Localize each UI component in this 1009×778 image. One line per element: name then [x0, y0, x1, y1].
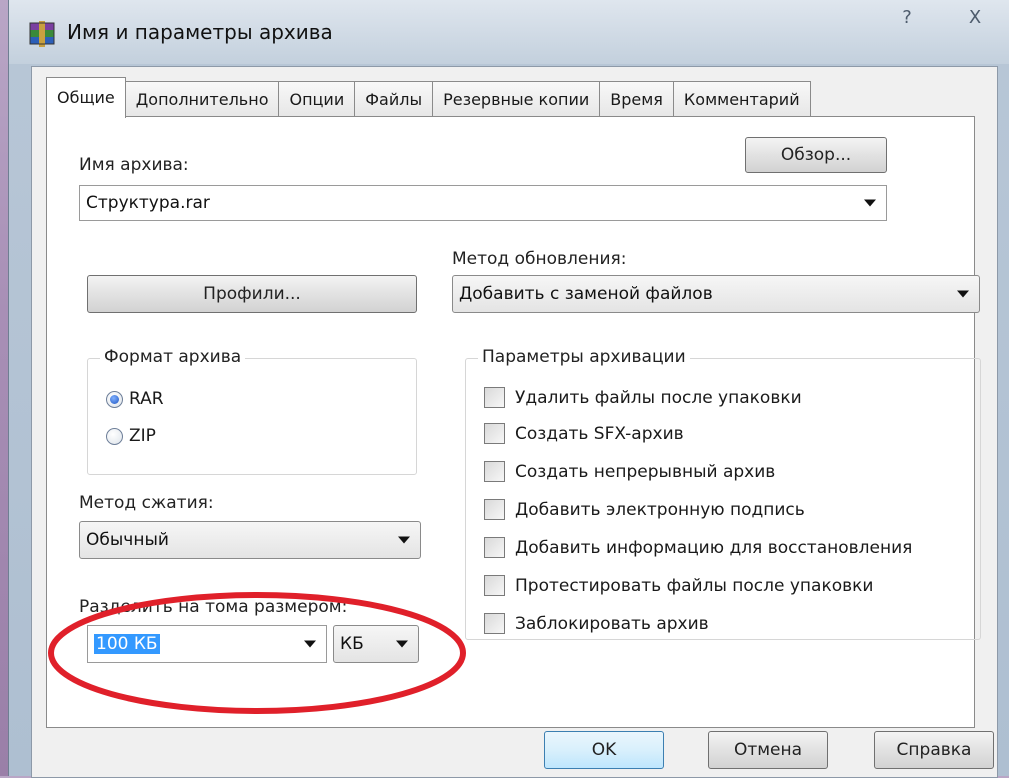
- dialog-window: Имя и параметры архива ? X Общие Дополни…: [8, 0, 1009, 778]
- checkbox-icon: [484, 499, 505, 520]
- archive-name-label: Имя архива:: [79, 155, 189, 175]
- split-unit-combo[interactable]: КБ: [333, 625, 419, 663]
- archiving-params-group: Параметры архивации Удалить файлы после …: [465, 347, 981, 640]
- format-rar-option[interactable]: RAR: [106, 389, 164, 409]
- checkbox-icon: [484, 387, 505, 408]
- archive-format-legend: Формат архива: [100, 347, 246, 367]
- tab-advanced[interactable]: Дополнительно: [124, 81, 280, 118]
- option-solid-archive[interactable]: Создать непрерывный архив: [484, 461, 775, 482]
- tab-comment[interactable]: Комментарий: [672, 81, 811, 118]
- browse-button[interactable]: Обзор...: [745, 137, 887, 173]
- option-lock-archive[interactable]: Заблокировать архив: [484, 613, 709, 634]
- format-zip-option[interactable]: ZIP: [106, 426, 156, 446]
- archiving-params-legend: Параметры архивации: [478, 347, 690, 367]
- option-label: Создать SFX-архив: [515, 423, 684, 444]
- tab-options[interactable]: Опции: [278, 81, 356, 118]
- option-label: Создать непрерывный архив: [515, 461, 776, 482]
- chevron-down-icon: [398, 536, 410, 544]
- option-test-files[interactable]: Протестировать файлы после упаковки: [484, 575, 873, 596]
- format-rar-label: RAR: [129, 389, 164, 409]
- checkbox-icon: [484, 575, 505, 596]
- tab-backup[interactable]: Резервные копии: [432, 81, 601, 118]
- option-recovery-record[interactable]: Добавить информацию для восстановления: [484, 537, 912, 558]
- archive-name-value: Структура.rar: [86, 193, 210, 213]
- option-label: Протестировать файлы после упаковки: [515, 575, 874, 596]
- winrar-icon: [29, 21, 55, 47]
- option-label: Заблокировать архив: [515, 613, 709, 634]
- compression-method-value: Обычный: [86, 530, 169, 550]
- chevron-down-icon: [864, 199, 876, 207]
- chevron-down-icon: [957, 290, 969, 298]
- cancel-button[interactable]: Отмена: [708, 731, 828, 769]
- tab-files[interactable]: Файлы: [354, 81, 434, 118]
- option-create-sfx[interactable]: Создать SFX-архив: [484, 423, 684, 444]
- tab-strip: Общие Дополнительно Опции Файлы Резервны…: [46, 77, 811, 118]
- window-title: Имя и параметры архива: [67, 20, 333, 44]
- tab-time[interactable]: Время: [599, 81, 674, 118]
- checkbox-icon: [484, 613, 505, 634]
- help-title-button[interactable]: ?: [889, 6, 925, 30]
- option-digital-signature[interactable]: Добавить электронную подпись: [484, 499, 805, 520]
- archive-format-group: Формат архива RAR ZIP: [87, 347, 417, 475]
- split-volumes-label: Разделить на тома размером:: [79, 597, 348, 617]
- option-delete-after[interactable]: Удалить файлы после упаковки: [484, 387, 802, 408]
- option-label: Добавить электронную подпись: [515, 499, 805, 520]
- help-button[interactable]: Справка: [874, 731, 994, 769]
- title-bar[interactable]: Имя и параметры архива ? X: [9, 0, 1009, 64]
- checkbox-icon: [484, 461, 505, 482]
- chevron-down-icon: [396, 640, 408, 648]
- split-unit-value: КБ: [340, 634, 364, 654]
- radio-unchecked-icon: [106, 427, 123, 445]
- dialog-client: Общие Дополнительно Опции Файлы Резервны…: [31, 66, 998, 778]
- split-size-combo[interactable]: 100 КБ: [87, 625, 327, 663]
- checkbox-icon: [484, 537, 505, 558]
- update-method-combo[interactable]: Добавить с заменой файлов: [452, 275, 980, 313]
- general-panel: Имя архива: Обзор... Структура.rar Метод…: [46, 116, 981, 728]
- close-button[interactable]: X: [957, 6, 993, 30]
- update-method-value: Добавить с заменой файлов: [459, 284, 713, 304]
- checkbox-icon: [484, 423, 505, 444]
- compression-method-combo[interactable]: Обычный: [79, 521, 421, 559]
- chevron-down-icon: [304, 640, 316, 648]
- tab-general[interactable]: Общие: [46, 77, 126, 118]
- archive-name-combo[interactable]: Структура.rar: [79, 185, 887, 221]
- radio-checked-icon: [106, 390, 123, 408]
- ok-button[interactable]: OK: [544, 731, 664, 769]
- update-method-label: Метод обновления:: [452, 249, 627, 269]
- compression-method-label: Метод сжатия:: [79, 493, 214, 513]
- format-zip-label: ZIP: [129, 426, 156, 446]
- split-size-value: 100 КБ: [94, 634, 160, 654]
- option-label: Удалить файлы после упаковки: [515, 387, 802, 408]
- profiles-button[interactable]: Профили...: [87, 275, 417, 313]
- option-label: Добавить информацию для восстановления: [515, 537, 913, 558]
